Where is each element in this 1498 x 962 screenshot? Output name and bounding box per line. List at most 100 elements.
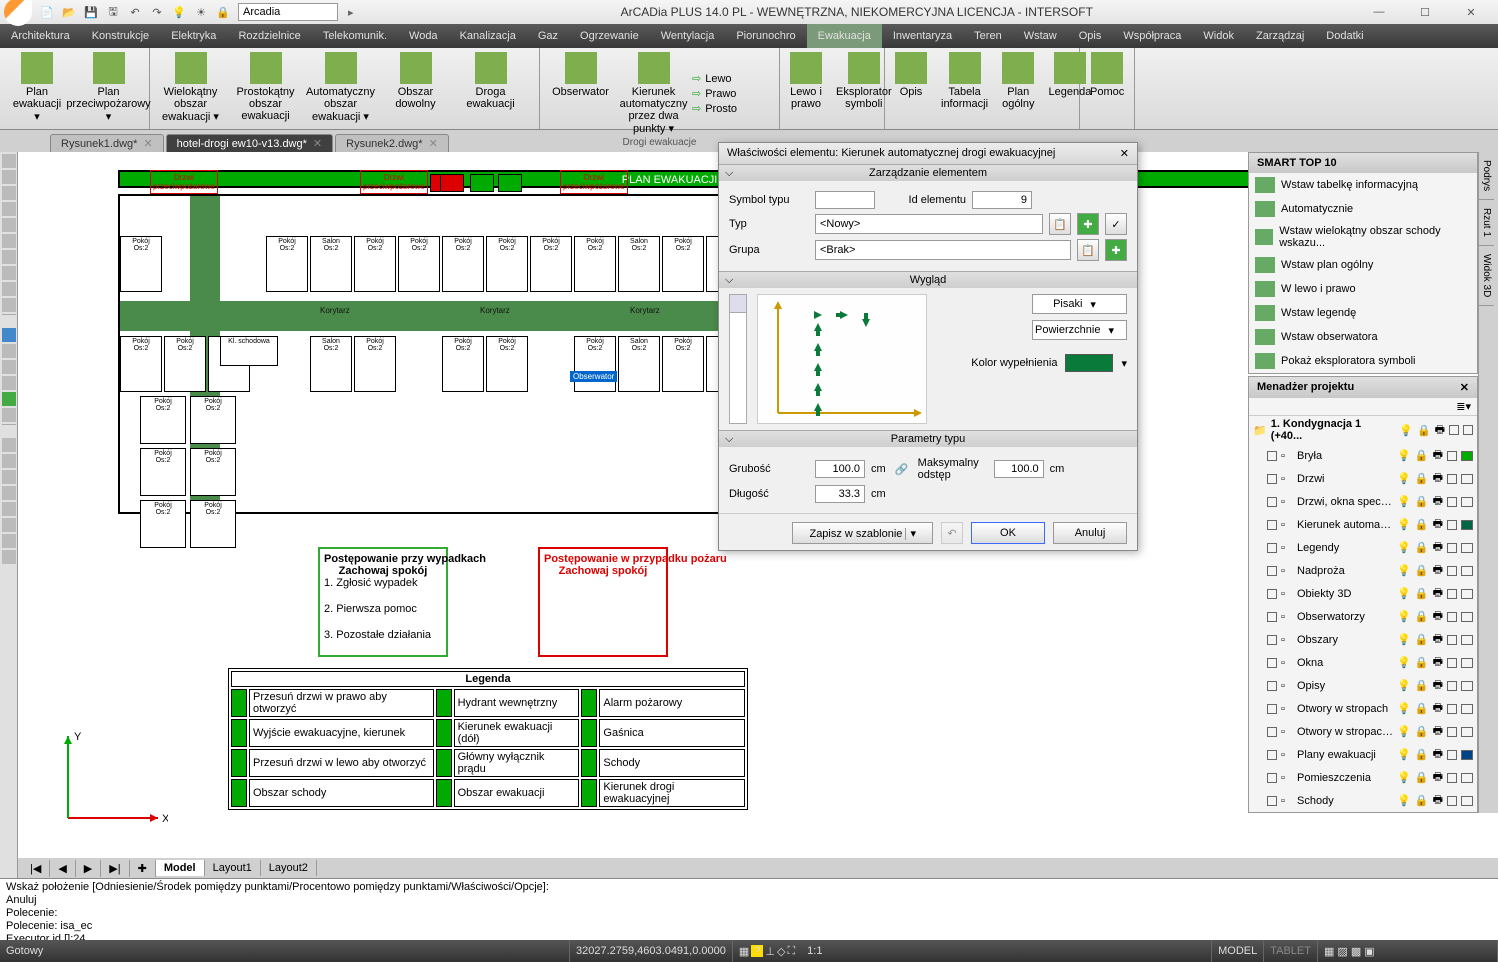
checkbox[interactable]	[1447, 635, 1457, 645]
checkbox[interactable]	[1447, 773, 1457, 783]
smart-item[interactable]: Wstaw legendę	[1249, 301, 1477, 325]
tool-icon[interactable]	[2, 550, 16, 564]
tool-icon[interactable]	[2, 408, 16, 422]
menu-item[interactable]: Gaz	[527, 24, 569, 48]
menu-item[interactable]: Architektura	[0, 24, 81, 48]
lock-icon[interactable]: 🔒	[1415, 702, 1429, 715]
ribbon-side-item[interactable]: ⇨Prawo	[692, 87, 737, 100]
snap-icon[interactable]: ▦	[739, 945, 749, 958]
nav-last-icon[interactable]: ▶|	[101, 860, 129, 877]
status-icon[interactable]: ▣	[1364, 945, 1374, 958]
tree-item[interactable]: ▫Legendy💡🔒🖶	[1249, 536, 1477, 559]
bulb-icon[interactable]: 💡	[1397, 587, 1411, 600]
color-swatch[interactable]	[1461, 543, 1473, 553]
model-toggle[interactable]: MODEL	[1212, 940, 1264, 962]
checkbox[interactable]	[1447, 727, 1457, 737]
lock-icon[interactable]: 🔒	[1417, 424, 1431, 437]
lock-icon[interactable]: 🔒	[1415, 679, 1429, 692]
close-icon[interactable]: ✕	[1120, 147, 1129, 160]
link-icon[interactable]: 🔗	[892, 463, 912, 476]
tool-icon[interactable]	[2, 502, 16, 516]
new-icon[interactable]: 📄	[38, 3, 56, 21]
command-line[interactable]: Wskaż położenie [Odniesienie/Środek pomi…	[0, 878, 1498, 940]
menu-item[interactable]: Opis	[1068, 24, 1113, 48]
collapse-icon[interactable]: ⌵	[725, 433, 733, 446]
color-swatch[interactable]	[1461, 497, 1473, 507]
bulb-icon[interactable]: 💡	[1397, 472, 1411, 485]
collapse-icon[interactable]: ⌵	[725, 167, 733, 180]
ribbon-side-item[interactable]: ⇨Lewo	[692, 72, 737, 85]
view-icon[interactable]	[730, 295, 746, 313]
tree-item[interactable]: ▫Drzwi💡🔒🖶	[1249, 467, 1477, 490]
checkbox[interactable]	[1463, 425, 1473, 435]
lock-icon[interactable]: 🔒	[1415, 656, 1429, 669]
lock-icon[interactable]: 🔒	[1415, 771, 1429, 784]
checkbox[interactable]	[1267, 658, 1277, 668]
checkbox[interactable]	[1267, 704, 1277, 714]
print-icon[interactable]: 🖶	[1433, 676, 1443, 695]
tree-item[interactable]: ▫Obszary💡🔒🖶	[1249, 628, 1477, 651]
checkbox[interactable]	[1447, 566, 1457, 576]
bulb-icon[interactable]: 💡	[1397, 495, 1411, 508]
menu-item[interactable]: Współpraca	[1112, 24, 1192, 48]
maximize-button[interactable]: ☐	[1402, 0, 1448, 24]
status-icon[interactable]: ▨	[1337, 945, 1347, 958]
menu-item[interactable]: Wstaw	[1013, 24, 1068, 48]
checkbox[interactable]	[1267, 451, 1277, 461]
tree-item[interactable]: ▫Schody💡🔒🖶	[1249, 789, 1477, 812]
check-icon[interactable]: ✓	[1105, 213, 1127, 235]
print-icon[interactable]: 🖶	[1433, 630, 1443, 649]
checkbox[interactable]	[1267, 497, 1277, 507]
nav-prev-icon[interactable]: ◀	[50, 860, 75, 877]
ribbon-item[interactable]: Plan ogólny	[996, 50, 1040, 112]
menu-item[interactable]: Telekomunik.	[312, 24, 398, 48]
pens-combo[interactable]: Pisaki ▾	[1032, 294, 1127, 314]
ribbon-item[interactable]: Droga ewakuacji	[454, 50, 527, 112]
color-swatch[interactable]	[1461, 635, 1473, 645]
print-icon[interactable]: 🖶	[1435, 421, 1445, 440]
print-icon[interactable]: 🖶	[1433, 492, 1443, 511]
tablet-toggle[interactable]: TABLET	[1264, 940, 1318, 962]
lock-icon[interactable]: 🔒	[1415, 495, 1429, 508]
undo-icon[interactable]: ↶	[126, 3, 144, 21]
color-swatch[interactable]	[1461, 773, 1473, 783]
bulb-icon[interactable]: 💡	[1399, 424, 1413, 437]
checkbox[interactable]	[1267, 589, 1277, 599]
lock-icon[interactable]: 🔒	[1415, 564, 1429, 577]
ribbon-item[interactable]: Wielokątny obszar ewakuacji ▾	[154, 50, 227, 125]
file-tab[interactable]: Rysunek1.dwg*✕	[50, 134, 164, 152]
smart-item[interactable]: Wstaw plan ogólny	[1249, 253, 1477, 277]
tree-item[interactable]: ▫Otwory w stropach💡🔒🖶	[1249, 697, 1477, 720]
lock-icon[interactable]: 🔒	[1415, 518, 1429, 531]
tool-icon[interactable]	[2, 202, 16, 216]
lock-icon[interactable]: 🔒	[1415, 633, 1429, 646]
group-combo[interactable]: <Brak>	[815, 240, 1071, 260]
tool-icon[interactable]	[2, 360, 16, 374]
bulb-icon[interactable]: 💡	[1397, 449, 1411, 462]
menu-item[interactable]: Kanalizacja	[449, 24, 527, 48]
tree-item[interactable]: ▫Okna💡🔒🖶	[1249, 651, 1477, 674]
checkbox[interactable]	[1267, 566, 1277, 576]
lock-icon[interactable]: 🔒	[1415, 587, 1429, 600]
smart-item[interactable]: Automatycznie	[1249, 197, 1477, 221]
tool-icon[interactable]	[2, 170, 16, 184]
snap-icon[interactable]: ?	[751, 945, 763, 957]
ok-button[interactable]: OK	[971, 522, 1045, 544]
ribbon-side-item[interactable]: ⇨Prosto	[692, 102, 737, 115]
color-swatch[interactable]	[1461, 750, 1473, 760]
id-input[interactable]	[972, 191, 1032, 209]
tool-icon[interactable]	[2, 154, 16, 168]
color-swatch[interactable]	[1461, 612, 1473, 622]
tree-item[interactable]: ▫Drzwi, okna specjalne💡🔒🖶	[1249, 490, 1477, 513]
tree-item[interactable]: ▫Bryła💡🔒🖶	[1249, 444, 1477, 467]
layout-tab[interactable]: Layout2	[261, 860, 317, 876]
nav-first-icon[interactable]: |◀	[22, 860, 50, 877]
tool-icon[interactable]	[2, 282, 16, 296]
snap-icon[interactable]: ◇	[777, 945, 785, 958]
print-icon[interactable]: 🖶	[1433, 515, 1443, 534]
tool-icon[interactable]	[2, 470, 16, 484]
menu-item[interactable]: Teren	[963, 24, 1013, 48]
lock-icon[interactable]: 🔒	[1415, 472, 1429, 485]
layout-tab[interactable]: Model	[156, 860, 205, 876]
print-icon[interactable]: 🖶	[1433, 745, 1443, 764]
